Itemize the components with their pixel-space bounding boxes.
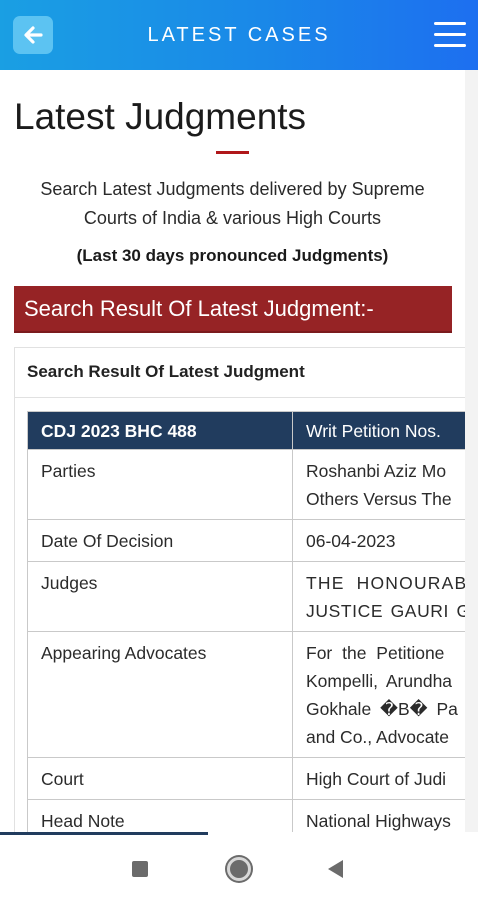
table-row: Appearing Advocates For the Petitione Ko… [27,631,465,758]
row-value: High Court of Judi [292,757,465,800]
value-line: Roshanbi Aziz Mo [306,461,447,481]
row-label: Court [27,757,293,800]
search-result-banner: Search Result Of Latest Judgment:- [14,286,452,333]
intro-line-1: Search Latest Judgments delivered by Sup… [40,179,425,199]
table-row: Court High Court of Judi [27,757,465,800]
scrollbar[interactable] [465,70,478,832]
row-label: Judges [27,561,293,632]
table-row: Head Note National Highways [27,799,465,832]
value-line: JUSTICE GAURI G [306,601,465,621]
triangle-back-icon[interactable] [328,860,343,878]
main-content: Latest Judgments Search Latest Judgments… [0,70,465,832]
citation-cell[interactable]: CDJ 2023 BHC 488 [27,411,293,450]
row-value: For the Petitione Kompelli, Arundha Gokh… [292,631,465,758]
square-recents-icon[interactable] [132,861,148,877]
value-line: THE HONOURABL [306,573,465,593]
intro-note: (Last 30 days pronounced Judgments) [76,246,389,265]
row-value: National Highways [292,799,465,832]
hamburger-menu-icon[interactable] [434,22,466,48]
row-value: Roshanbi Aziz Mo Others Versus The [292,449,465,520]
title-underline [216,151,249,154]
row-label: Appearing Advocates [27,631,293,758]
divider [15,397,465,398]
row-label: Head Note [27,799,293,832]
table-row: Judges THE HONOURABL JUSTICE GAURI G [27,561,465,632]
row-label: Parties [27,449,293,520]
row-value: 06-04-2023 [292,519,465,562]
system-nav-bar [0,835,478,900]
case-number-cell: Writ Petition Nos. [292,411,465,450]
page-title: Latest Judgments [14,96,307,137]
value-line: Kompelli, Arundha [306,671,453,691]
intro-line-2: Courts of India & various High Courts [83,208,382,228]
value-line: and Co., Advocate [306,727,450,747]
row-value: THE HONOURABL JUSTICE GAURI G [292,561,465,632]
value-line: Gokhale �B� Pa [306,699,458,719]
table-row: Date Of Decision 06-04-2023 [27,519,465,562]
table-header-row[interactable]: CDJ 2023 BHC 488 Writ Petition Nos. [27,411,465,450]
row-label: Date Of Decision [27,519,293,562]
value-line: High Court of Judi [306,769,447,789]
circle-home-icon[interactable] [227,857,251,881]
table-row: Parties Roshanbi Aziz Mo Others Versus T… [27,449,465,520]
app-bar: LATEST CASES [0,0,478,70]
judgment-table: CDJ 2023 BHC 488 Writ Petition Nos. Part… [27,411,465,832]
value-line: For the Petitione [306,643,445,663]
app-bar-title: LATEST CASES [147,24,331,46]
value-line: National Highways [306,811,451,831]
search-result-card: Search Result Of Latest Judgment CDJ 202… [14,347,465,832]
card-title: Search Result Of Latest Judgment [27,362,305,381]
intro-text: Search Latest Judgments delivered by Sup… [0,175,465,233]
value-line: 06-04-2023 [306,531,396,551]
value-line: Others Versus The [306,489,452,509]
